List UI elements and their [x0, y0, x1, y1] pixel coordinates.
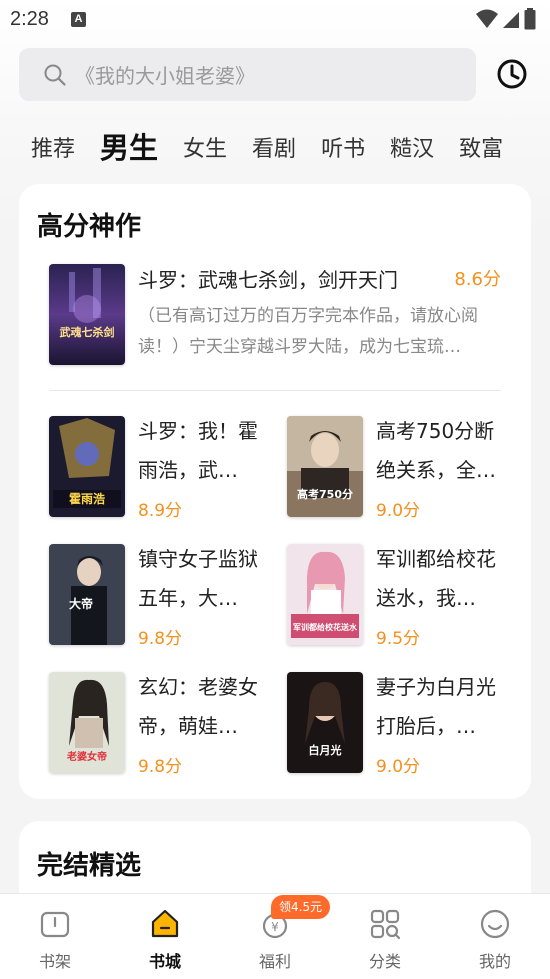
status-indicators	[476, 8, 536, 30]
divider	[49, 390, 501, 391]
book-score: 8.9分	[138, 501, 183, 521]
book-title[interactable]: 玄幻：老婆女帝，萌娃…	[138, 668, 266, 746]
section-title: 高分神作	[37, 212, 142, 242]
featured-book-score: 8.6分	[454, 269, 501, 290]
status-bar: 2:28 A	[0, 0, 550, 38]
signal-icon	[503, 12, 519, 28]
book-score: 9.0分	[376, 501, 421, 521]
nav-label: 书架	[38, 952, 71, 971]
search-placeholder: 《我的大小姐老婆》	[75, 64, 255, 88]
book-title[interactable]: 高考750分断绝关系，全…	[376, 412, 504, 490]
wifi-icon	[476, 9, 498, 28]
book-cover[interactable]: 军训都给校花送水	[287, 544, 363, 645]
battery-icon	[524, 8, 536, 30]
tab-female[interactable]: 女生	[183, 132, 227, 168]
book-cover[interactable]: 老婆女帝	[49, 672, 125, 773]
search-input[interactable]: 《我的大小姐老婆》	[19, 48, 476, 101]
nav-label: 书城	[148, 952, 181, 971]
featured-book-description[interactable]: （已有高订过万的百万字完本作品，请放心阅读！）宁天尘穿越斗罗大陆，成为七宝琉…	[138, 301, 503, 363]
nav-profile[interactable]: 我的	[455, 894, 535, 979]
section-title: 完结精选	[37, 851, 142, 881]
category-tabs: 推荐 男生 女生 看剧 听书 糙汉 致富	[31, 118, 528, 168]
status-time: 2:28	[10, 7, 49, 30]
svg-text:¥: ¥	[271, 920, 279, 934]
search-icon	[44, 64, 66, 86]
book-title[interactable]: 镇守女子监狱五年，大…	[138, 540, 266, 618]
book-cover-text: 白月光	[309, 743, 342, 757]
bookshelf-icon	[40, 911, 70, 938]
tab-recommend[interactable]: 推荐	[31, 132, 75, 168]
featured-book-cover[interactable]: 武魂七杀剑	[49, 264, 125, 365]
book-cover-text: 老婆女帝	[66, 750, 107, 763]
book-cover[interactable]: 高考750分	[287, 416, 363, 517]
tab-wealth[interactable]: 致富	[459, 132, 503, 168]
nav-category[interactable]: 分类	[345, 894, 425, 979]
tab-male[interactable]: 男生	[100, 128, 158, 168]
nav-label: 我的	[478, 952, 511, 971]
book-score: 9.5分	[376, 629, 421, 649]
book-cover-text: 高考750分	[297, 487, 353, 501]
tab-rugged[interactable]: 糙汉	[390, 132, 434, 168]
clock-icon[interactable]	[496, 58, 528, 90]
bookstore-icon	[151, 909, 179, 938]
book-cover-text: 大帝	[69, 596, 93, 611]
book-title[interactable]: 斗罗：我！霍雨浩，武…	[138, 412, 266, 490]
category-icon	[370, 909, 401, 940]
book-cover[interactable]: 霍雨浩	[49, 416, 125, 517]
welfare-badge[interactable]: 领4.5元	[271, 895, 331, 919]
book-cover[interactable]: 大帝	[49, 544, 125, 645]
book-title[interactable]: 妻子为白月光打胎后，…	[376, 668, 504, 746]
nav-bookstore[interactable]: 书城	[125, 894, 205, 979]
profile-icon	[480, 909, 510, 939]
high-score-section: 高分神作 武魂七杀剑 斗罗：武魂七杀剑，剑开天门 8.6分 （已有高订过万的百万…	[19, 184, 531, 799]
book-score: 9.8分	[138, 629, 183, 649]
book-score: 9.0分	[376, 757, 421, 777]
nav-bookshelf[interactable]: 书架	[15, 894, 95, 979]
featured-cover-text: 武魂七杀剑	[60, 325, 115, 339]
featured-book-title[interactable]: 斗罗：武魂七杀剑，剑开天门	[138, 264, 398, 293]
book-score: 9.8分	[138, 757, 183, 777]
tab-drama[interactable]: 看剧	[252, 132, 296, 168]
notification-icon: A	[70, 11, 86, 27]
book-title[interactable]: 军训都给校花送水，我…	[376, 540, 504, 618]
nav-label: 福利	[258, 952, 291, 971]
book-cover-text: 军训都给校花送水	[293, 622, 358, 632]
tab-audiobook[interactable]: 听书	[321, 132, 365, 168]
nav-label: 分类	[368, 952, 401, 971]
book-cover-text: 霍雨浩	[69, 491, 105, 506]
book-cover[interactable]: 白月光	[287, 672, 363, 773]
